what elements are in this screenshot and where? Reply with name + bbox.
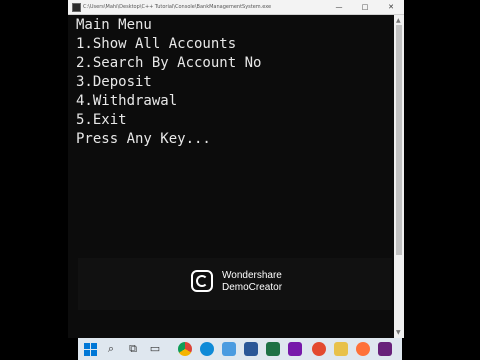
scroll-up-arrow-icon[interactable]: ▲ [396, 17, 401, 24]
minimize-button[interactable]: — [326, 0, 352, 14]
press-any-key-prompt: Press Any Key... [76, 131, 211, 147]
scroll-down-arrow-icon[interactable]: ▼ [396, 329, 401, 336]
excel-icon[interactable] [266, 342, 280, 356]
console-app-icon [72, 3, 81, 12]
watermark-line-2: DemoCreator [222, 282, 283, 293]
file-explorer-icon[interactable]: ▭ [148, 342, 162, 356]
democreator-logo-icon [191, 270, 213, 292]
menu-option-show-accounts: 1.Show All Accounts [76, 36, 237, 52]
title-bar[interactable]: C:\Users\Mahi\Desktop\C++ Tutorial\Conso… [68, 0, 404, 15]
menu-title: Main Menu [76, 17, 152, 33]
record-icon[interactable] [312, 342, 326, 356]
task-view-icon[interactable]: ⧉ [126, 342, 140, 356]
store-icon[interactable] [222, 342, 236, 356]
search-icon[interactable]: ⌕ [104, 342, 118, 356]
watermark-banner: Wondershare DemoCreator [78, 258, 392, 310]
word-icon[interactable] [244, 342, 258, 356]
menu-option-exit: 5.Exit [76, 112, 127, 128]
scroll-thumb[interactable] [396, 25, 402, 255]
chrome-icon[interactable] [178, 342, 192, 356]
visual-studio-icon[interactable] [378, 342, 392, 356]
windows-start-icon[interactable] [84, 342, 98, 356]
edge-icon[interactable] [200, 342, 214, 356]
watermark-line-1: Wondershare [222, 270, 282, 281]
vertical-scrollbar[interactable]: ▲ ▼ [394, 15, 404, 338]
folder-icon[interactable] [334, 342, 348, 356]
window-title: C:\Users\Mahi\Desktop\C++ Tutorial\Conso… [83, 4, 272, 10]
maximize-button[interactable]: □ [352, 0, 378, 14]
menu-option-withdrawal: 4.Withdrawal [76, 93, 178, 109]
taskbar: ⌕ ⧉ ▭ [78, 338, 402, 360]
onenote-icon[interactable] [288, 342, 302, 356]
firefox-icon[interactable] [356, 342, 370, 356]
menu-option-deposit: 3.Deposit [76, 74, 152, 90]
menu-option-search: 2.Search By Account No [76, 55, 262, 71]
close-button[interactable]: ✕ [378, 0, 404, 14]
